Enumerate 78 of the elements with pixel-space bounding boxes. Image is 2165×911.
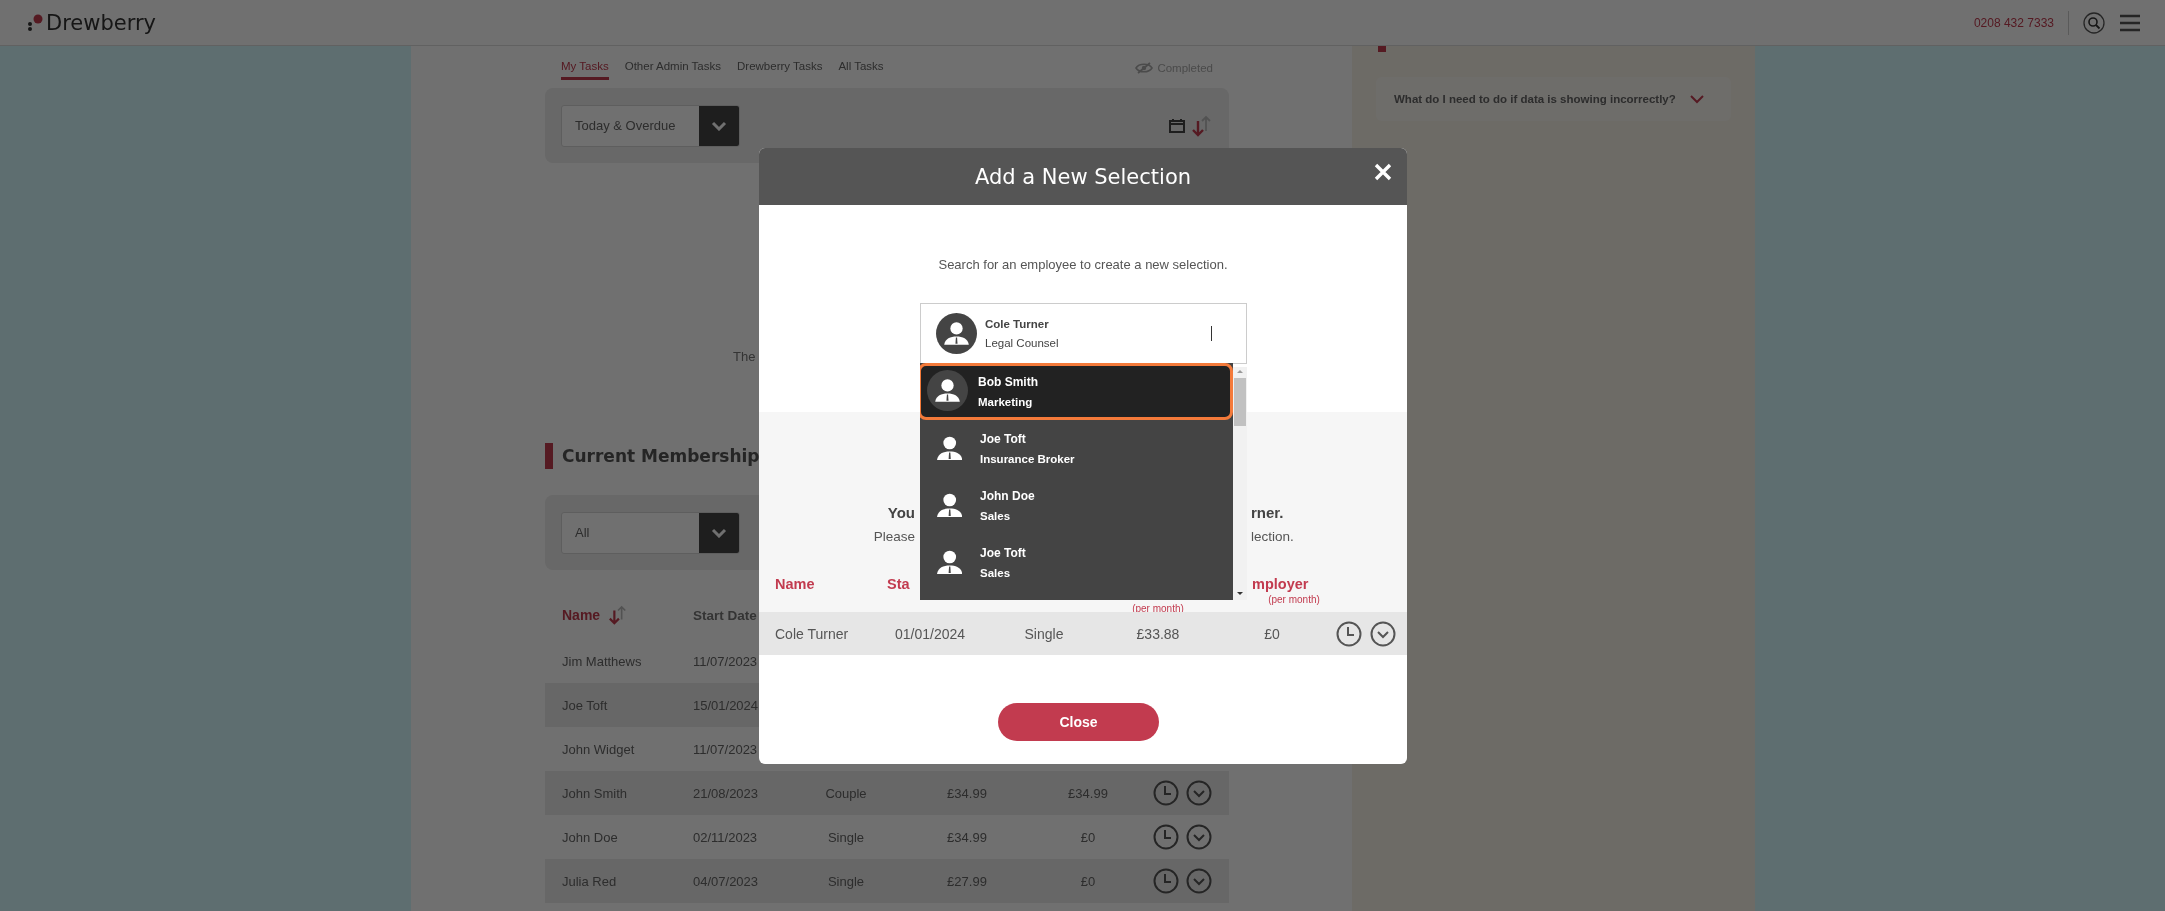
column-note: (per month) xyxy=(1267,594,1321,605)
table-cell-text: Jim Matthews xyxy=(562,653,643,669)
modal-title: Add a New Selection xyxy=(974,164,1192,189)
table-cell-text: £34.99 xyxy=(946,785,988,801)
chevron-down-icon xyxy=(711,527,727,538)
employee-option[interactable]: Joe Toft Sales xyxy=(920,534,1233,591)
notice-text: Please xyxy=(872,529,915,544)
expand-icon[interactable] xyxy=(1186,868,1212,894)
table-cell-text: £33.88 xyxy=(1135,625,1181,642)
logo-text[interactable]: Drewberry xyxy=(46,10,156,35)
close-icon[interactable] xyxy=(1373,162,1393,182)
menu-icon[interactable] xyxy=(2119,13,2141,32)
notice-text: lection. xyxy=(1251,529,1295,544)
table-cell-text: Julia Red xyxy=(562,873,618,889)
text-cursor xyxy=(1211,326,1212,341)
task-tab[interactable]: Drewberry Tasks xyxy=(737,60,823,80)
table-cell-text: John Doe xyxy=(562,829,619,845)
logo-icon xyxy=(26,13,44,32)
table-cell-text: Single xyxy=(1023,625,1065,642)
table-cell-text: 04/07/2023 xyxy=(693,873,760,889)
filter-dropdown[interactable]: All xyxy=(561,511,740,554)
person-icon xyxy=(936,493,963,518)
task-tab[interactable]: My Tasks xyxy=(561,60,609,80)
clock-icon xyxy=(1153,868,1179,894)
section-title: Current Membership xyxy=(562,446,760,466)
person-icon xyxy=(936,436,963,461)
table-cell-text: Cole Turner xyxy=(775,625,850,642)
table-cell-text: John Smith xyxy=(562,785,629,801)
table-cell-text: £34.99 xyxy=(946,829,988,845)
notice-text: You xyxy=(886,504,915,521)
expand-icon[interactable] xyxy=(1186,780,1212,806)
chevron-down-icon xyxy=(711,120,727,131)
prompt-text: Search for an employee to create a new selection. xyxy=(937,257,1229,273)
task-tab[interactable]: Other Admin Tasks xyxy=(624,60,722,80)
employee-option[interactable]: Joe Toft Insurance Broker xyxy=(920,420,1233,477)
eye-slash-icon[interactable] xyxy=(1135,62,1154,74)
person-icon xyxy=(936,550,963,575)
table-cell-text: 11/07/2023 xyxy=(693,653,759,669)
table-cell-text: John Widget xyxy=(562,741,636,757)
person-icon xyxy=(936,313,977,354)
search-icon[interactable] xyxy=(2083,11,2105,34)
table-cell-text: £27.99 xyxy=(946,873,988,889)
table-cell-text: 21/08/2023 xyxy=(693,785,760,801)
column-header[interactable]: mployer xyxy=(1252,576,1336,592)
table-cell-text: £0 xyxy=(1079,829,1097,845)
message-text: The xyxy=(733,349,757,365)
sort-icon[interactable] xyxy=(1191,114,1213,137)
close-button[interactable]: Close xyxy=(998,703,1159,741)
notice-text: rner. xyxy=(1251,504,1285,521)
column-header[interactable]: Name xyxy=(562,605,693,625)
clock-icon xyxy=(1336,620,1362,647)
expand-icon[interactable] xyxy=(1370,620,1396,647)
section-marker xyxy=(545,443,553,469)
table-cell-text: 01/01/2024 xyxy=(893,625,967,642)
person-icon xyxy=(927,370,968,411)
table-cell-text: £0 xyxy=(1079,873,1097,889)
section-marker xyxy=(1378,46,1386,52)
employee-option[interactable]: Bob Smith Marketing xyxy=(920,363,1233,420)
faq-item[interactable]: What do I need to do if data is showing incorrectly? xyxy=(1376,77,1731,121)
clock-icon xyxy=(1153,824,1179,850)
employee-option[interactable]: John Doe Sales xyxy=(920,477,1233,534)
task-tab[interactable]: All Tasks xyxy=(838,60,884,80)
phone-link[interactable]: 0208 432 7333 xyxy=(1973,15,2054,30)
table-cell-text: Single xyxy=(826,829,866,845)
table-cell-text: Couple xyxy=(824,785,868,801)
faq-question[interactable]: What do I need to do if data is showing incorrectly? xyxy=(1394,93,1676,105)
table-cell-text: £0 xyxy=(1263,625,1281,642)
table-cell-text: Single xyxy=(826,873,866,889)
clock-icon xyxy=(1153,780,1179,806)
column-header[interactable]: Name xyxy=(775,576,880,592)
table-cell-text: £34.99 xyxy=(1067,785,1109,801)
expand-icon[interactable] xyxy=(1186,824,1212,850)
calendar-icon[interactable] xyxy=(1169,118,1185,133)
filter-dropdown[interactable]: Today & Overdue xyxy=(561,104,740,147)
table-cell-text: 02/11/2023 xyxy=(693,829,759,845)
table-cell-text: 11/07/2023 xyxy=(693,741,759,757)
table-cell-text: Joe Toft xyxy=(562,697,609,713)
table-cell-text: 15/01/2024 xyxy=(693,697,760,713)
